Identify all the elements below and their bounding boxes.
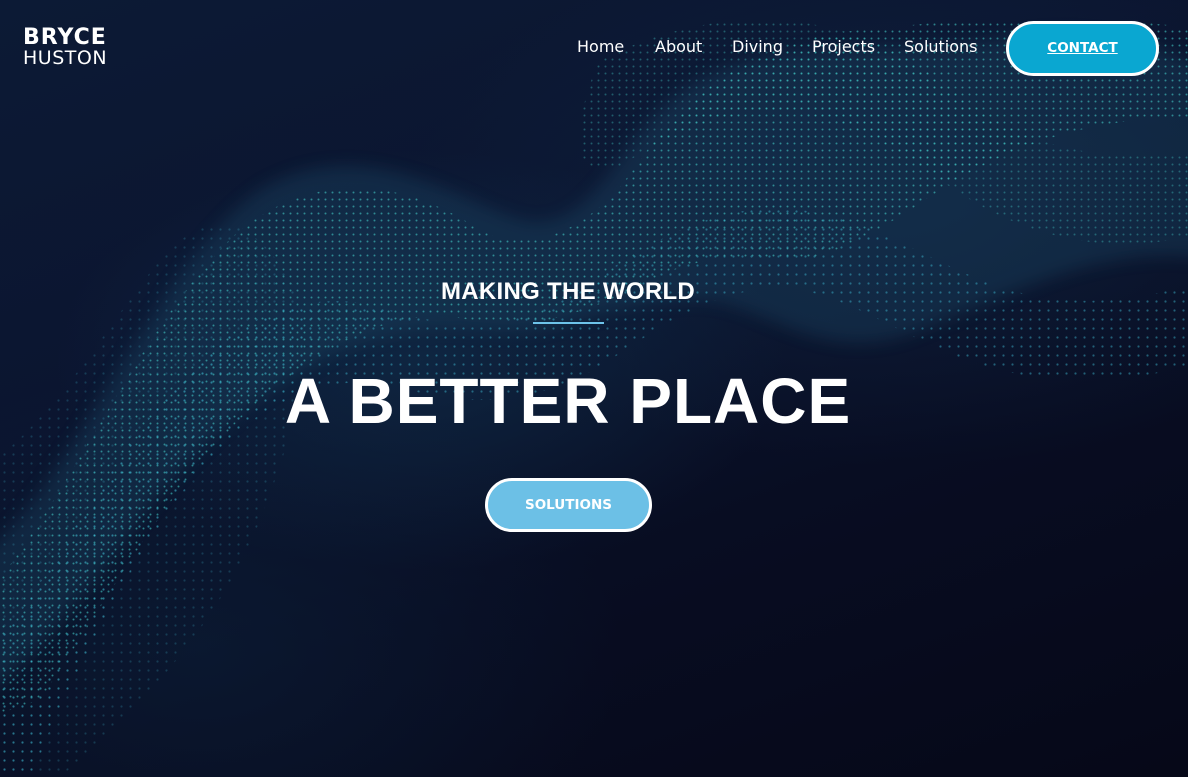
hero-headline: A BETTER PLACE <box>284 365 852 437</box>
hero-eyebrow: MAKING THE WORLD <box>440 278 696 305</box>
solutions-button[interactable]: SOLUTIONS <box>485 478 652 532</box>
brand-logo[interactable]: BRYCE HUSTON <box>23 27 107 68</box>
nav-item-solutions[interactable]: Solutions <box>904 36 978 58</box>
hero-divider <box>533 322 604 324</box>
nav-item-home[interactable]: Home <box>577 36 624 58</box>
nav-item-diving[interactable]: Diving <box>732 36 783 58</box>
logo-line-2: HUSTON <box>23 47 108 69</box>
hero-section: BRYCE HUSTON Home About Diving Projects … <box>0 0 1188 777</box>
contact-button[interactable]: CONTACT <box>1006 21 1159 76</box>
logo-line-1: BRYCE <box>23 25 107 50</box>
nav-item-projects[interactable]: Projects <box>812 36 875 58</box>
nav-item-about[interactable]: About <box>655 36 702 58</box>
